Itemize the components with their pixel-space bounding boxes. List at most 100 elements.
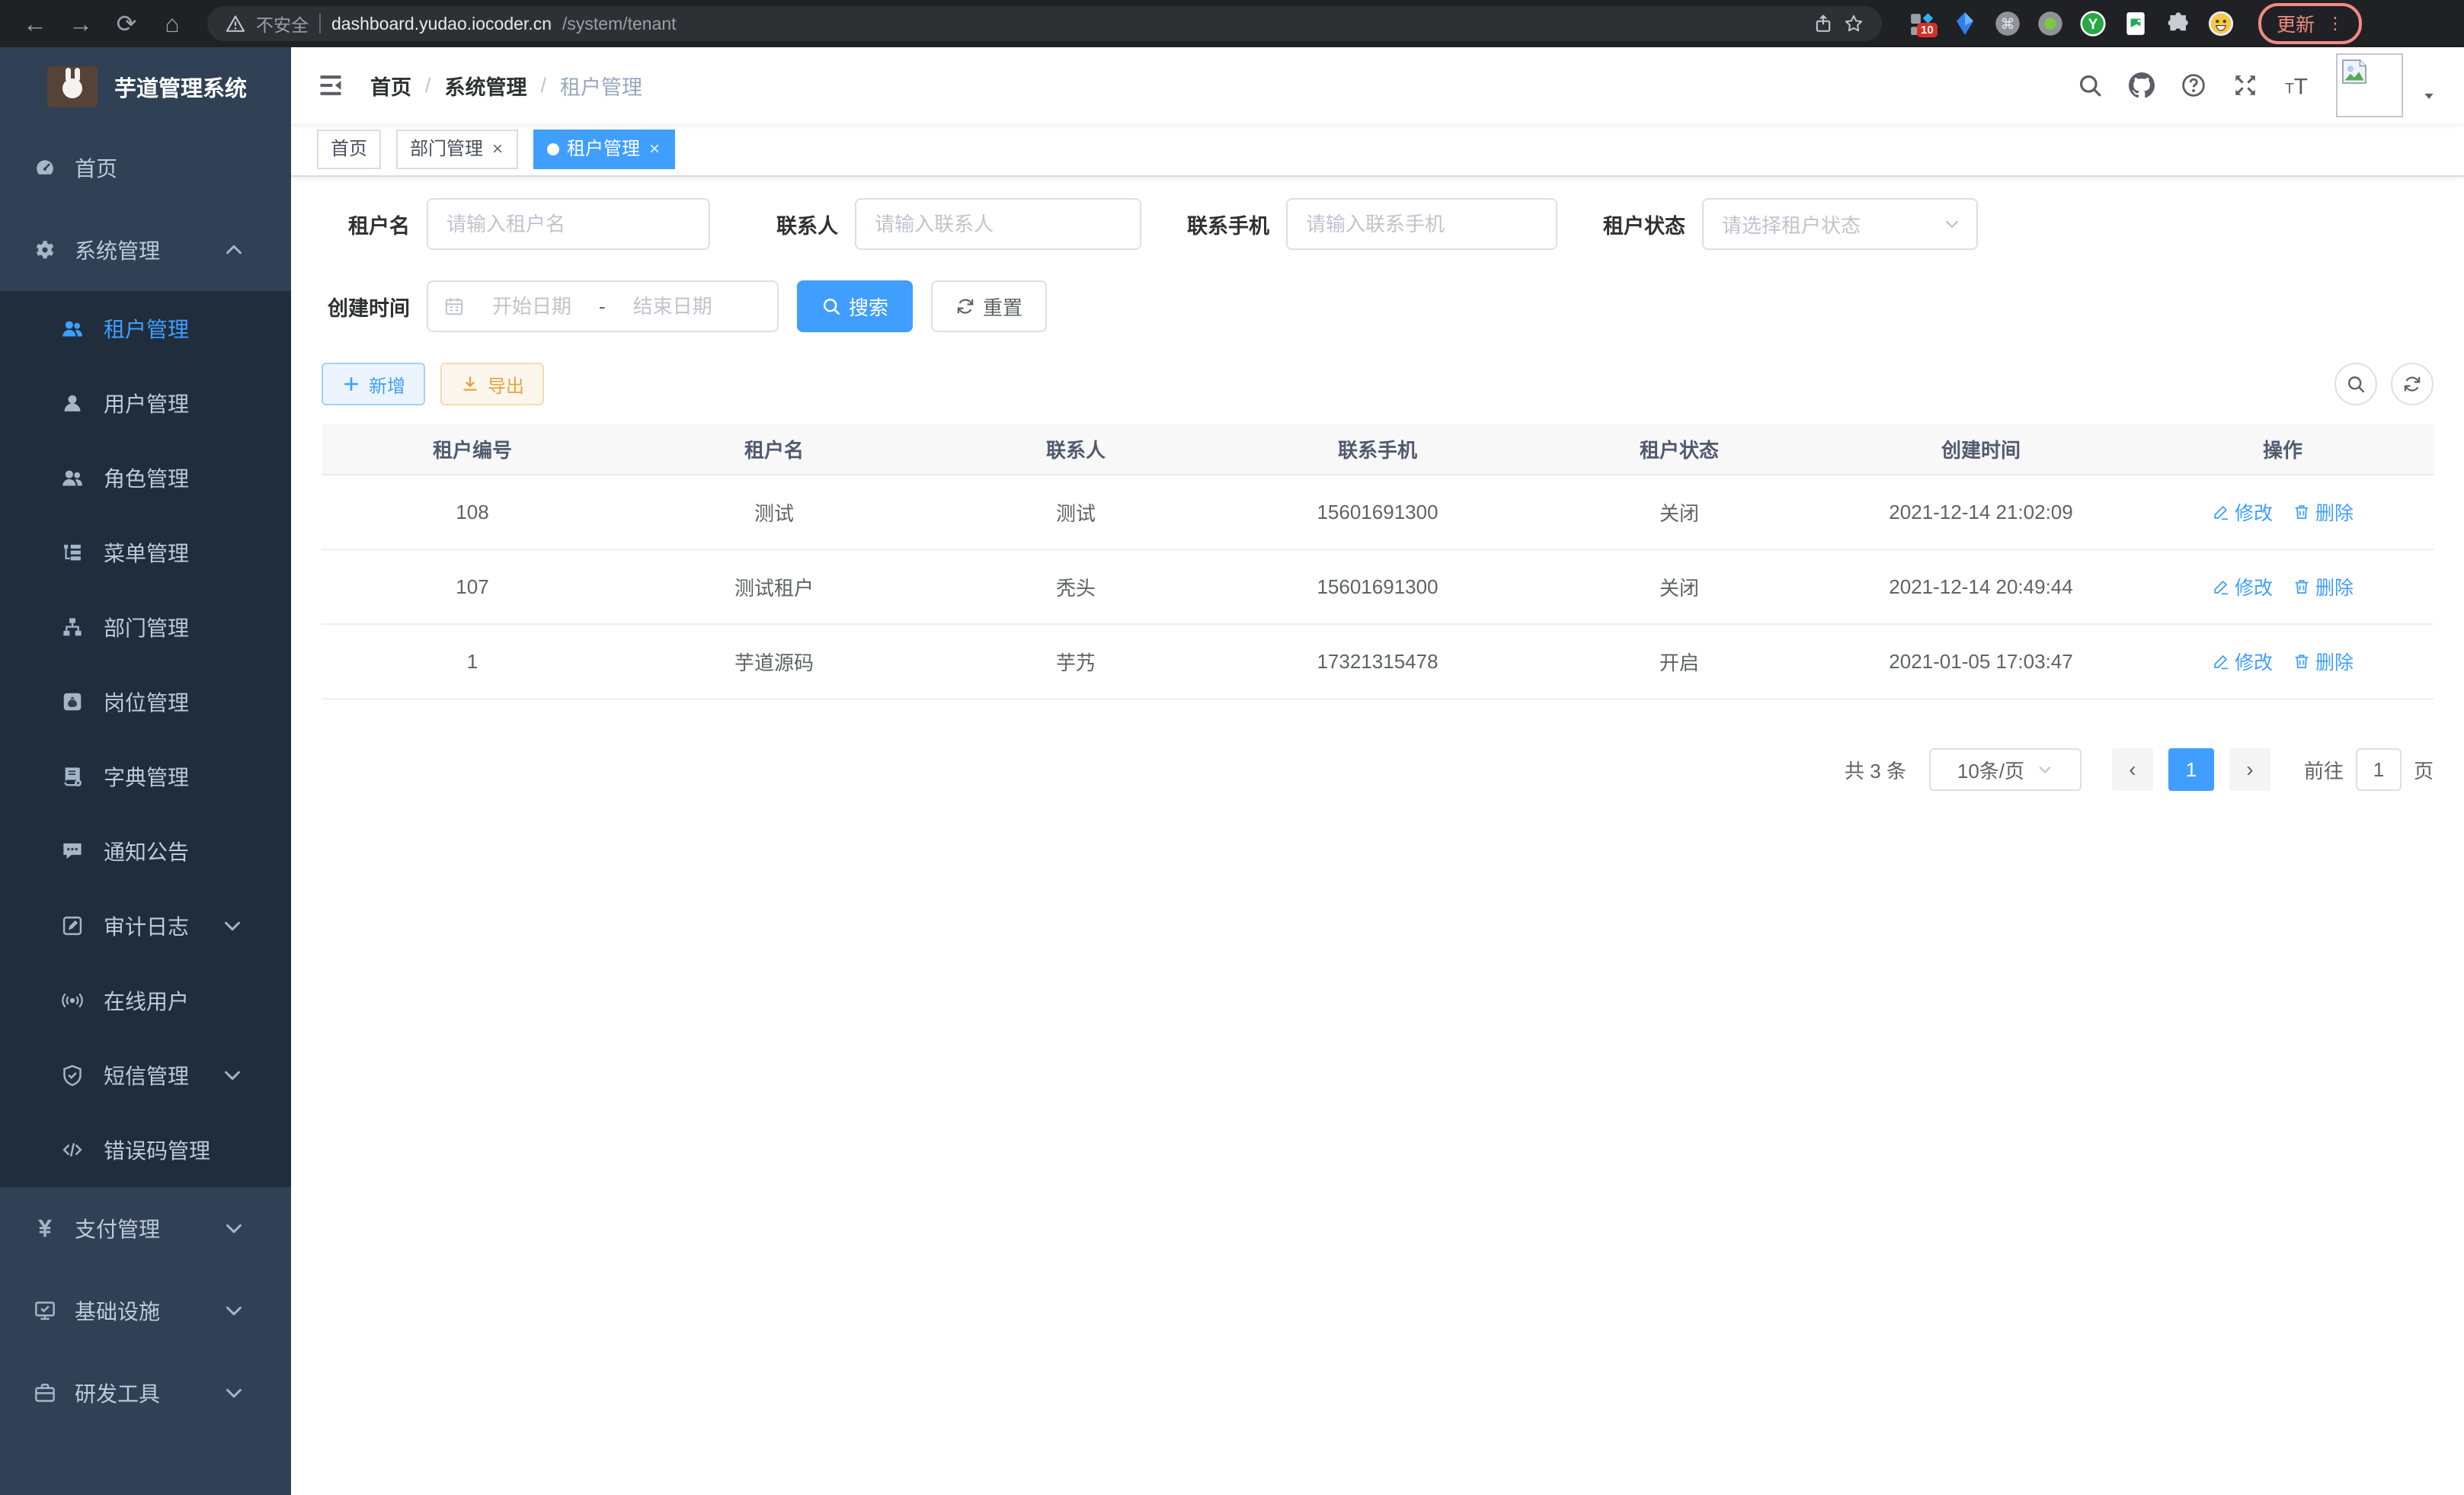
- sidebar-item-label: 字典管理: [104, 761, 189, 792]
- sidebar-collapse-icon[interactable]: [317, 72, 344, 99]
- browser-reload-button[interactable]: ⟳: [107, 4, 146, 43]
- extension-record-icon[interactable]: [2037, 11, 2063, 37]
- browser-update-button[interactable]: 更新 ⋮: [2258, 3, 2362, 44]
- chevron-down-icon: [1943, 215, 1961, 233]
- breadcrumb-item[interactable]: 租户管理: [560, 71, 642, 101]
- reset-button[interactable]: 重置: [931, 280, 1047, 332]
- cell-created: 2021-12-14 20:49:44: [1830, 549, 2132, 624]
- sidebar-menu: 首页系统管理租户管理用户管理角色管理菜单管理部门管理岗位管理字典管理通知公告审计…: [0, 126, 291, 1434]
- yudao-glyph: Y: [2080, 11, 2106, 37]
- browser-back-button[interactable]: ←: [15, 4, 55, 43]
- column-header: 租户编号: [322, 424, 623, 475]
- sidebar-item-岗位管理[interactable]: 岗位管理: [0, 664, 291, 739]
- sidebar-item-label: 部门管理: [104, 612, 189, 642]
- tab-首页[interactable]: 首页: [317, 130, 381, 169]
- refresh-table-button[interactable]: [2391, 363, 2434, 405]
- sms-icon: [61, 1064, 84, 1087]
- navbar-fullscreen-button[interactable]: [2232, 72, 2258, 98]
- navbar-search-button[interactable]: [2077, 72, 2103, 98]
- delete-icon: [2293, 503, 2311, 521]
- bookmark-star-icon[interactable]: [1844, 14, 1864, 34]
- extension-command-icon[interactable]: ⌘: [1995, 11, 2021, 37]
- navbar-help-button[interactable]: [2181, 72, 2206, 98]
- avatar[interactable]: [2336, 53, 2403, 117]
- sidebar-item-用户管理[interactable]: 用户管理: [0, 366, 291, 440]
- users-icon: [61, 466, 84, 489]
- edit-link[interactable]: 修改: [2212, 573, 2273, 600]
- browser-forward-button[interactable]: →: [61, 4, 101, 43]
- share-icon[interactable]: [1813, 14, 1833, 34]
- sidebar-item-首页[interactable]: 首页: [0, 126, 291, 209]
- browser-menu-icon[interactable]: ⋮: [2327, 15, 2344, 32]
- sidebar-item-研发工具[interactable]: 研发工具: [0, 1352, 291, 1434]
- browser-home-button[interactable]: ⌂: [152, 4, 192, 43]
- sidebar-item-在线用户[interactable]: 在线用户: [0, 963, 291, 1038]
- create-time-range-picker[interactable]: -: [427, 280, 779, 332]
- extension-yudao-icon[interactable]: Y: [2080, 11, 2106, 37]
- sidebar-item-支付管理[interactable]: 支付管理: [0, 1187, 291, 1269]
- browser-toolbar: ← → ⟳ ⌂ 不安全 dashboard.yudao.iocoder.cn/s…: [0, 0, 2464, 47]
- extension-grid-icon[interactable]: 10: [1909, 11, 1935, 37]
- add-button[interactable]: 新增: [322, 363, 425, 405]
- export-button[interactable]: 导出: [440, 363, 544, 405]
- tab-close-icon[interactable]: ×: [648, 140, 661, 158]
- sidebar-item-label: 错误码管理: [104, 1135, 210, 1165]
- mobile-input[interactable]: [1286, 198, 1557, 250]
- prev-page-button[interactable]: ‹: [2112, 748, 2153, 791]
- tab-部门管理[interactable]: 部门管理×: [396, 130, 518, 169]
- sidebar-item-租户管理[interactable]: 租户管理: [0, 291, 291, 366]
- tab-租户管理[interactable]: 租户管理×: [533, 130, 675, 169]
- github-icon: [2129, 72, 2155, 98]
- table-row: 107测试租户秃头15601691300关闭2021-12-14 20:49:4…: [322, 549, 2434, 624]
- extension-docs-icon[interactable]: [2123, 11, 2149, 37]
- address-bar[interactable]: 不安全 dashboard.yudao.iocoder.cn/system/te…: [207, 6, 1882, 41]
- show-search-toggle-button[interactable]: [2334, 363, 2377, 405]
- delete-link[interactable]: 删除: [2293, 648, 2354, 675]
- online-icon: [61, 989, 84, 1012]
- column-header: 租户名: [623, 424, 925, 475]
- cell-created: 2021-12-14 21:02:09: [1830, 475, 2132, 549]
- delete-link[interactable]: 删除: [2293, 573, 2354, 600]
- sidebar-item-通知公告[interactable]: 通知公告: [0, 814, 291, 888]
- sidebar-item-角色管理[interactable]: 角色管理: [0, 440, 291, 515]
- goto-page-input[interactable]: [2356, 748, 2402, 791]
- status-select[interactable]: 请选择租户状态: [1702, 198, 1978, 250]
- sidebar-item-错误码管理[interactable]: 错误码管理: [0, 1112, 291, 1187]
- navbar-fontsize-button[interactable]: [2284, 72, 2310, 98]
- breadcrumb-item[interactable]: 首页: [370, 71, 411, 101]
- extension-emoji-icon[interactable]: [2208, 11, 2234, 37]
- log-icon: [61, 914, 84, 937]
- avatar-caret-down-icon[interactable]: [2421, 88, 2437, 105]
- sidebar-item-系统管理[interactable]: 系统管理: [0, 209, 291, 291]
- tab-close-icon[interactable]: ×: [491, 140, 504, 158]
- edit-link[interactable]: 修改: [2212, 498, 2273, 526]
- contact-input[interactable]: [855, 198, 1141, 250]
- page-1-button[interactable]: 1: [2168, 748, 2214, 791]
- delete-link[interactable]: 删除: [2293, 498, 2354, 526]
- screen: ← → ⟳ ⌂ 不安全 dashboard.yudao.iocoder.cn/s…: [0, 0, 2464, 1495]
- end-date-input[interactable]: [615, 293, 731, 320]
- sidebar-item-基础设施[interactable]: 基础设施: [0, 1269, 291, 1352]
- edit-link[interactable]: 修改: [2212, 648, 2273, 675]
- download-icon: [460, 374, 480, 394]
- search-button[interactable]: 搜索: [797, 280, 913, 332]
- sidebar-item-字典管理[interactable]: 字典管理: [0, 739, 291, 814]
- next-page-button[interactable]: ›: [2229, 748, 2270, 791]
- page-size-select[interactable]: 10条/页: [1929, 748, 2082, 791]
- sidebar-item-菜单管理[interactable]: 菜单管理: [0, 515, 291, 590]
- extension-kite-icon[interactable]: [1952, 11, 1978, 37]
- total-count: 共 3 条: [1845, 756, 1906, 784]
- navbar-github-button[interactable]: [2129, 72, 2155, 98]
- tenant-name-input[interactable]: [427, 198, 710, 250]
- breadcrumb-item[interactable]: 系统管理: [445, 71, 527, 101]
- cell-id: 107: [322, 549, 623, 624]
- start-date-input[interactable]: [474, 293, 590, 320]
- infra-icon: [34, 1299, 56, 1322]
- app-logo-row[interactable]: 芋道管理系统: [0, 47, 291, 126]
- extension-puzzle-icon[interactable]: [2165, 11, 2191, 37]
- sidebar-item-短信管理[interactable]: 短信管理: [0, 1038, 291, 1112]
- sidebar-item-审计日志[interactable]: 审计日志: [0, 888, 291, 963]
- cell-status: 关闭: [1528, 475, 1830, 549]
- edit-label: 修改: [2235, 573, 2273, 600]
- sidebar-item-部门管理[interactable]: 部门管理: [0, 590, 291, 664]
